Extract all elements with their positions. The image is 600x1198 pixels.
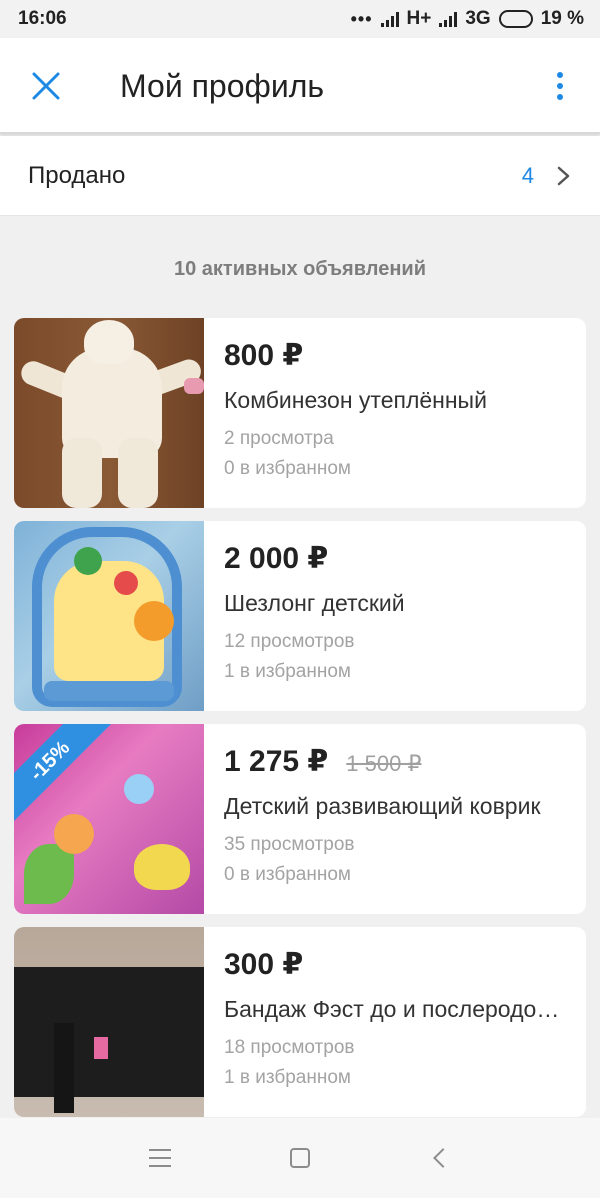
- home-button[interactable]: [270, 1128, 330, 1188]
- listing-photo: [14, 521, 204, 711]
- listing-favorites: 0 в избранном: [224, 864, 351, 885]
- listing-card[interactable]: -15% 1 275 ₽ 1 500 ₽ Детский развивающий…: [14, 724, 586, 914]
- listing-views: 18 просмотров: [224, 1037, 355, 1058]
- system-nav-bar: [0, 1118, 600, 1198]
- listing-title: Бандаж Фэст до и послеродовой: [224, 996, 564, 1022]
- network-type-2: 3G: [465, 8, 491, 29]
- more-vertical-icon: [557, 72, 563, 78]
- listing-photo: -15%: [14, 724, 204, 914]
- listing-views: 35 просмотров: [224, 834, 355, 855]
- discount-badge: -15%: [14, 724, 112, 823]
- close-button[interactable]: [22, 62, 70, 110]
- listing-card[interactable]: 300 ₽ Бандаж Фэст до и послеродовой 18 п…: [14, 927, 586, 1117]
- listing-views: 2 просмотра: [224, 428, 334, 449]
- listing-old-price: 1 500 ₽: [346, 751, 422, 776]
- listing-card[interactable]: 800 ₽ Комбинезон утеплённый 2 просмотра …: [14, 318, 586, 508]
- sold-count: 4: [521, 162, 534, 188]
- listing-price: 2 000 ₽: [224, 542, 329, 575]
- back-icon: [433, 1148, 453, 1168]
- notification-dots: •••: [350, 8, 373, 29]
- signal-icon-2: [439, 11, 458, 27]
- app-bar: Мой профиль: [0, 38, 600, 134]
- listing-photo: [14, 927, 204, 1117]
- listing-views: 12 просмотров: [224, 631, 355, 652]
- active-listings-heading: 10 активных объявлений: [174, 258, 426, 280]
- sold-label: Продано: [28, 161, 126, 189]
- battery-icon: [498, 10, 533, 28]
- status-time: 16:06: [18, 8, 67, 29]
- listing-photo: [14, 318, 204, 508]
- listing-favorites: 1 в избранном: [224, 1067, 351, 1088]
- listing-title: Шезлонг детский: [224, 590, 405, 616]
- page-title: Мой профиль: [120, 68, 325, 104]
- listing-favorites: 0 в избранном: [224, 458, 351, 479]
- status-indicators: ••• H+ 3G 19 %: [351, 8, 584, 30]
- sold-items-row[interactable]: Продано 4: [0, 136, 600, 216]
- listing-price: 300 ₽: [224, 948, 304, 981]
- listing-title: Комбинезон утеплённый: [224, 387, 487, 413]
- back-button[interactable]: [410, 1128, 470, 1188]
- listing-price: 800 ₽: [224, 339, 304, 372]
- more-options-button[interactable]: [540, 66, 580, 106]
- listing-title: Детский развивающий коврик: [224, 793, 541, 819]
- listing-card[interactable]: 2 000 ₽ Шезлонг детский 12 просмотров 1 …: [14, 521, 586, 711]
- chevron-right-icon: [557, 166, 570, 185]
- listing-price: 1 275 ₽: [224, 745, 329, 778]
- listing-favorites: 1 в избранном: [224, 661, 351, 682]
- menu-button[interactable]: [130, 1128, 190, 1188]
- home-square-icon: [290, 1148, 310, 1168]
- menu-icon: [149, 1149, 171, 1167]
- close-icon: [32, 72, 60, 100]
- signal-icon: [380, 11, 399, 27]
- status-bar: 16:06 ••• H+ 3G 19 %: [0, 0, 600, 38]
- battery-percent: 19 %: [540, 8, 584, 29]
- network-type-1: H+: [406, 8, 432, 29]
